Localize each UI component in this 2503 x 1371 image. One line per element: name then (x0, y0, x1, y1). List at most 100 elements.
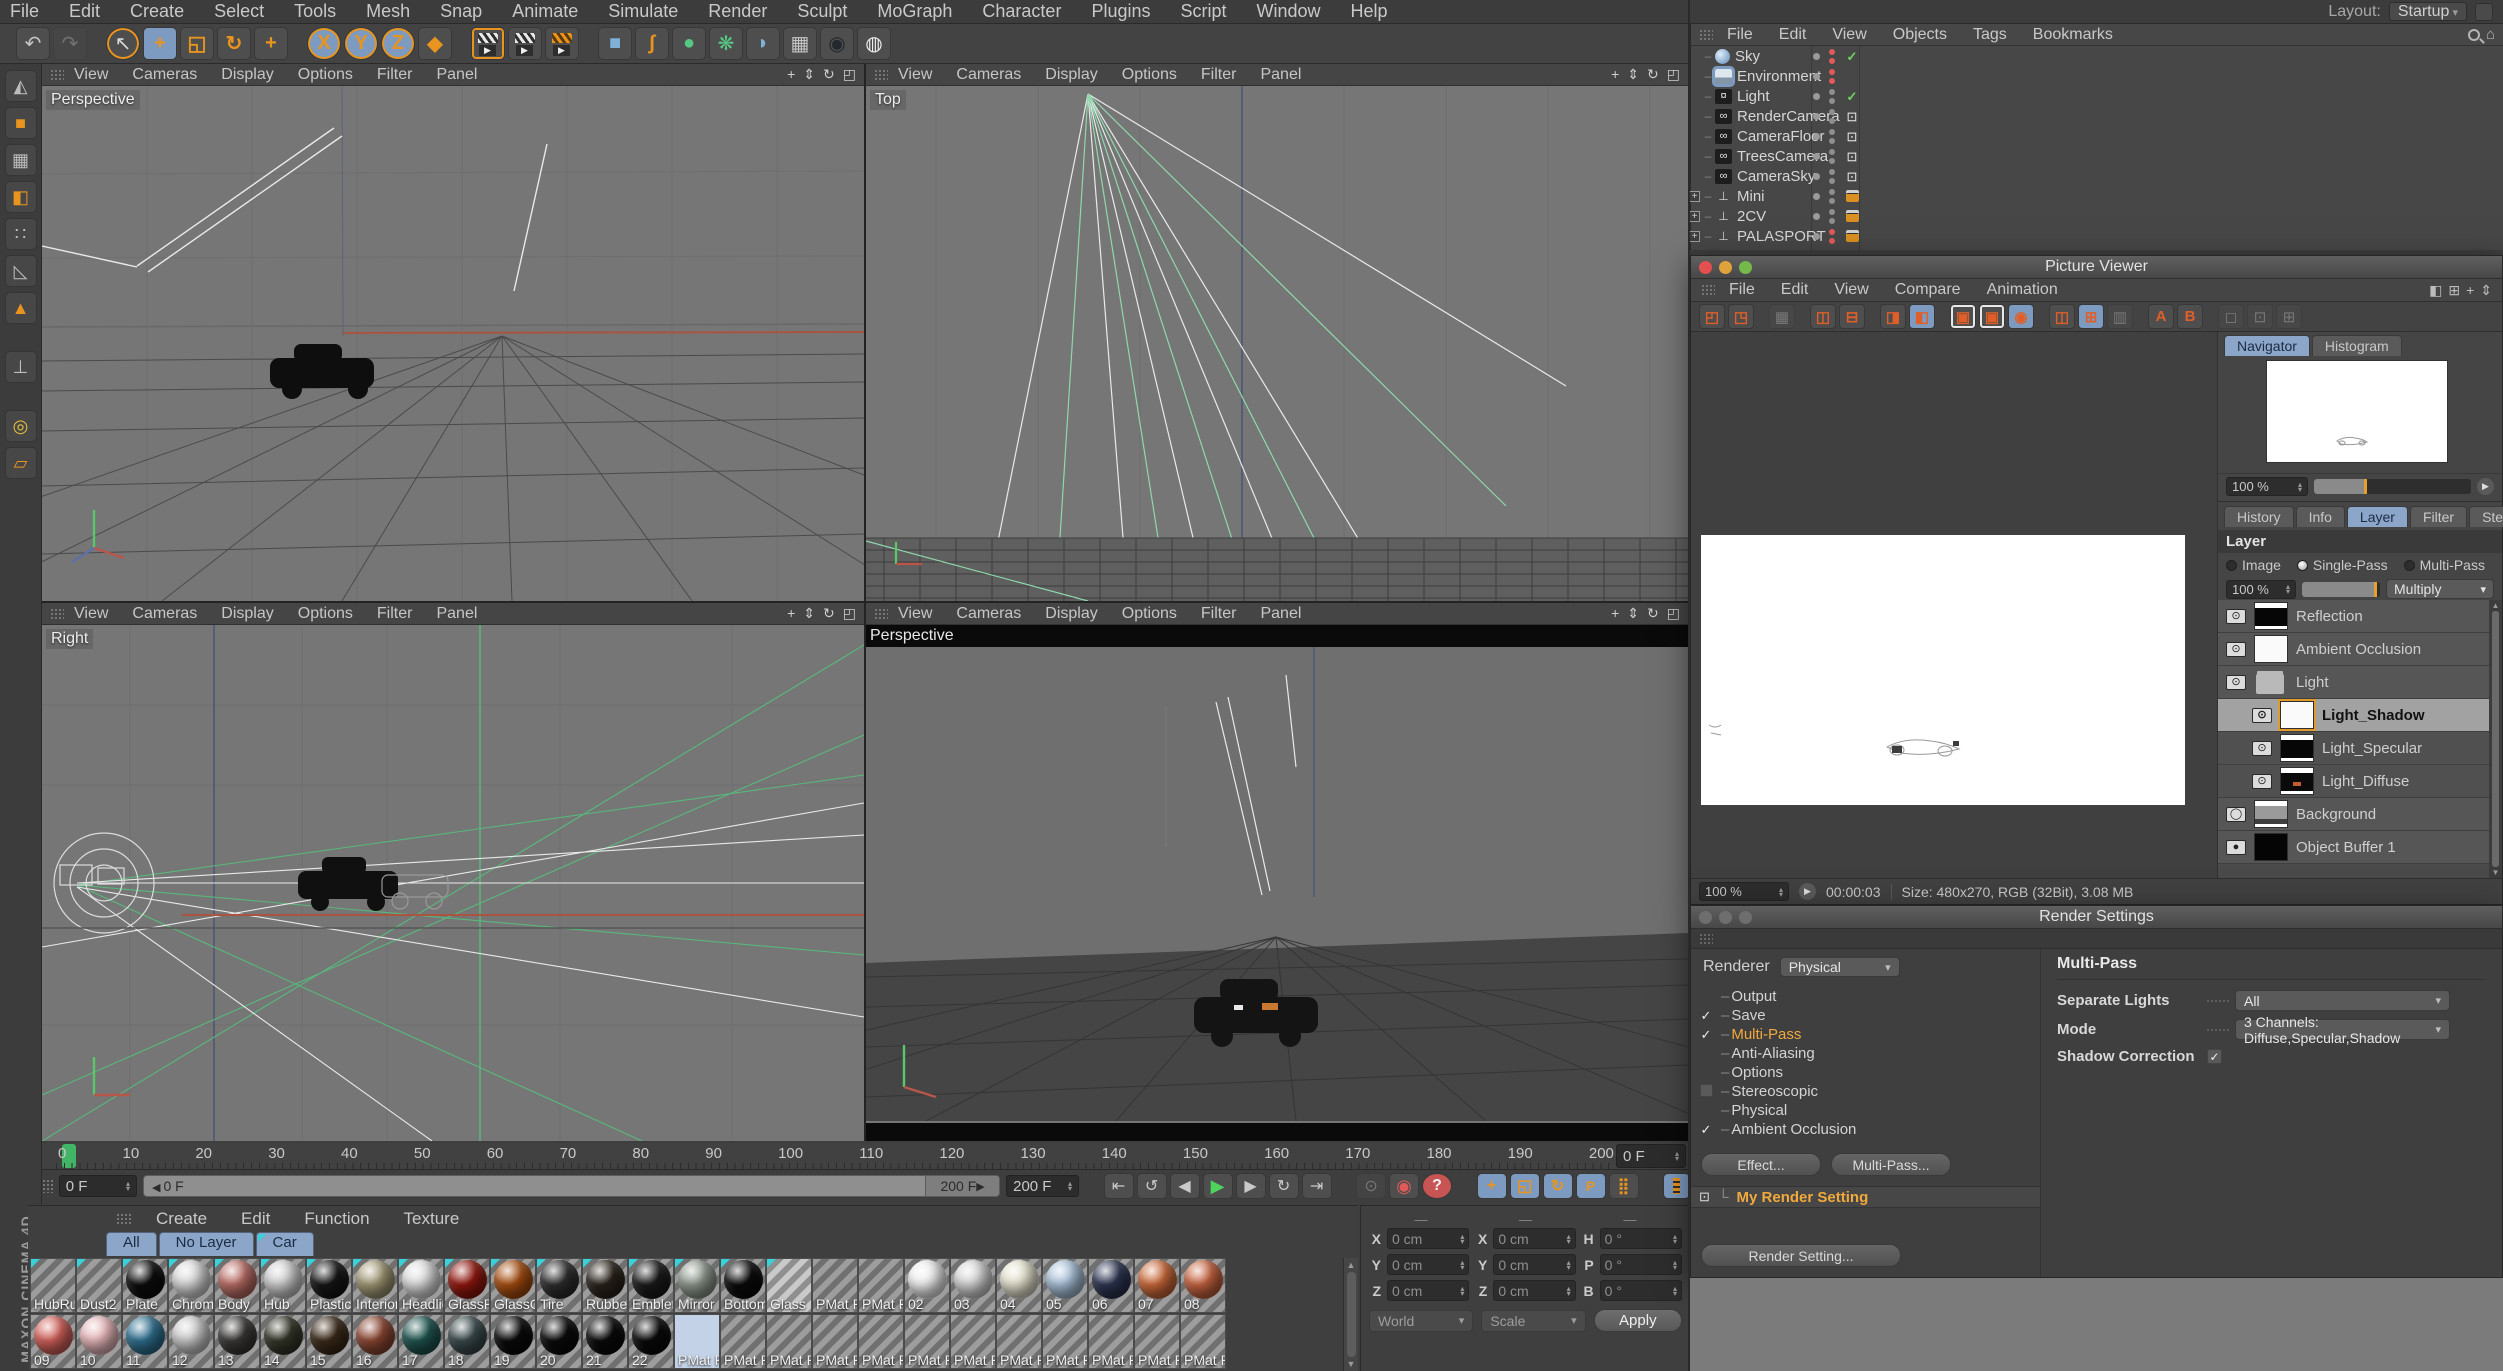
checkbox-icon[interactable] (1691, 1008, 1721, 1024)
viewport-menu-item[interactable]: View (898, 66, 932, 84)
layer-visibility-icon[interactable]: ⊙ (2252, 774, 2272, 789)
key-parameter-toggle[interactable]: P (1576, 1173, 1606, 1199)
model-mode-icon[interactable]: ■ (5, 107, 37, 139)
material-thumbnail[interactable]: Emblem (628, 1258, 674, 1313)
material-thumbnail[interactable]: PMat Pa (812, 1314, 858, 1369)
prev-frame-button[interactable]: ◀ (1170, 1173, 1200, 1199)
compare-b-icon[interactable]: ▣ (1979, 304, 2005, 329)
object-manager-menu-item[interactable]: File (1727, 26, 1753, 44)
stepper-icon[interactable] (1567, 1286, 1571, 1296)
stepper-icon[interactable] (1673, 1260, 1677, 1270)
material-thumbnail[interactable]: PMat Pa (720, 1314, 766, 1369)
viewport-canvas[interactable] (866, 86, 1688, 601)
material-thumbnail[interactable]: 05 (1042, 1258, 1088, 1313)
material-thumbnail[interactable]: PMat Pa (1042, 1314, 1088, 1369)
visibility-dots-icon[interactable] (1829, 209, 1835, 224)
menubar-item[interactable]: File (10, 1, 39, 22)
range-end-handle[interactable]: 200 F (925, 1176, 999, 1196)
key-scale-toggle[interactable]: ◱ (1510, 1173, 1540, 1199)
viewport-menu-item[interactable]: Panel (1260, 66, 1301, 84)
drag-handle-icon[interactable] (50, 69, 64, 81)
stepper-icon[interactable] (2286, 584, 2290, 594)
navigator-tab[interactable]: Histogram (2312, 335, 2402, 356)
rotation-field[interactable]: 0 ° (1600, 1254, 1682, 1275)
viewport-right[interactable]: ViewCamerasDisplayOptionsFilterPanel + ⇕… (42, 603, 864, 1141)
open-icon[interactable]: ◰ (1699, 304, 1725, 329)
layer-row[interactable]: ⊙ Light (2218, 666, 2489, 699)
layer-dot-icon[interactable] (1813, 213, 1820, 220)
snap-icon[interactable]: ◎ (5, 410, 37, 442)
arrange-vertical-icon[interactable]: ⊟ (1839, 304, 1865, 329)
key-rotation-toggle[interactable]: ↻ (1543, 1173, 1573, 1199)
compare-anim-icon[interactable]: ◉ (2008, 304, 2034, 329)
stepper-icon[interactable] (1460, 1234, 1464, 1244)
select-tool-icon[interactable]: ↖ (106, 27, 140, 60)
coordinate-system-icon[interactable]: ◆ (418, 27, 452, 60)
ab-horizontal-icon[interactable]: ⊞ (2078, 304, 2104, 329)
link-1-icon[interactable]: ◻ (2218, 304, 2244, 329)
material-thumbnail[interactable]: 13 (214, 1314, 260, 1369)
material-thumbnail[interactable]: GlassOr (490, 1258, 536, 1313)
render-view-icon[interactable] (471, 27, 505, 60)
render-image-area[interactable] (1691, 332, 2217, 878)
record-keyframe-button[interactable]: ⊙ (1356, 1173, 1386, 1199)
layer-dot-icon[interactable] (1813, 233, 1820, 240)
material-menu-item[interactable]: Edit (241, 1209, 270, 1229)
menubar-item[interactable]: Mesh (366, 1, 410, 22)
close-icon[interactable] (1699, 261, 1712, 274)
timeline-end-frame-box[interactable]: 0 F (1616, 1144, 1686, 1168)
material-thumbnail[interactable]: HubRus (30, 1258, 76, 1313)
stepper-icon[interactable] (1779, 887, 1783, 897)
object-name[interactable]: CameraFloor (1737, 128, 1825, 145)
material-thumbnail[interactable]: 08 (1180, 1258, 1226, 1313)
visibility-dots-icon[interactable] (1829, 169, 1835, 184)
renderer-dropdown[interactable]: Physical (1780, 957, 1900, 977)
blend-mode-dropdown[interactable]: Multiply (2386, 579, 2494, 599)
zoom-view-icon[interactable]: ⇕ (1627, 605, 1639, 622)
render-setting-button[interactable]: Render Setting... (1701, 1244, 1901, 1267)
multipass-button[interactable]: Multi-Pass... (1831, 1153, 1951, 1176)
material-menu-item[interactable]: Texture (404, 1209, 460, 1229)
zoom-window-icon[interactable] (1739, 261, 1752, 274)
layer-row[interactable]: ⊙ Light_Diffuse (2218, 765, 2489, 798)
layer-visibility-icon[interactable]: ● (2226, 840, 2246, 855)
size-field[interactable]: 0 cm (1493, 1254, 1575, 1275)
add-deformer-icon[interactable]: ◗ (746, 27, 780, 60)
material-thumbnail[interactable]: 16 (352, 1314, 398, 1369)
object-manager-menu-item[interactable]: Tags (1973, 26, 2007, 44)
object-name[interactable]: Environment (1737, 68, 1821, 85)
render-settings-tree-item[interactable]: – Output (1691, 987, 2040, 1006)
viewport-top[interactable]: ViewCamerasDisplayOptionsFilterPanel + ⇕… (866, 64, 1688, 601)
object-row[interactable]: + – ¤ Light (1691, 86, 2503, 106)
keyframe-selection-icon[interactable] (1663, 1173, 1690, 1199)
object-tag-icon[interactable] (1844, 128, 1860, 145)
menubar-item[interactable]: Snap (440, 1, 482, 22)
search-icon[interactable] (2468, 29, 2480, 41)
render-settings-titlebar[interactable]: Render Settings (1691, 906, 2502, 929)
viewport-canvas[interactable] (42, 625, 864, 1141)
add-floor-icon[interactable]: ▦ (783, 27, 817, 60)
object-row[interactable]: + – ⊥ Mini (1691, 186, 2503, 206)
prev-key-button[interactable]: ↺ (1137, 1173, 1167, 1199)
layer-row[interactable]: ● Object Buffer 1 (2218, 831, 2489, 864)
view-zoom-field[interactable]: 100 % (1699, 882, 1789, 901)
lock-y-axis-icon[interactable]: Y (344, 27, 378, 60)
checkbox-icon[interactable] (1691, 1122, 1721, 1138)
drag-handle-icon[interactable] (116, 1213, 132, 1226)
object-tag-icon[interactable] (1844, 48, 1860, 65)
stepper-icon[interactable] (1567, 1234, 1571, 1244)
menubar-item[interactable]: Character (982, 1, 1061, 22)
layer-row[interactable]: ◯ Background (2218, 798, 2489, 831)
inspector-tab[interactable]: Stereo (2469, 506, 2503, 527)
polygons-mode-icon[interactable]: ▲ (5, 292, 37, 324)
object-name[interactable]: Sky (1735, 48, 1760, 65)
layer-name[interactable]: Object Buffer 1 (2296, 839, 2396, 856)
render-to-picture-viewer-icon[interactable] (508, 27, 542, 60)
expand-icon[interactable]: + (1689, 211, 1700, 222)
menubar-item[interactable]: Simulate (608, 1, 678, 22)
layer-name[interactable]: Light_Diffuse (2322, 773, 2409, 790)
stepper-icon[interactable] (1460, 1286, 1464, 1296)
size-field[interactable]: 0 cm (1493, 1228, 1575, 1249)
play-button[interactable]: ▶ (1203, 1173, 1233, 1199)
set-a-icon[interactable]: A (2148, 304, 2174, 329)
